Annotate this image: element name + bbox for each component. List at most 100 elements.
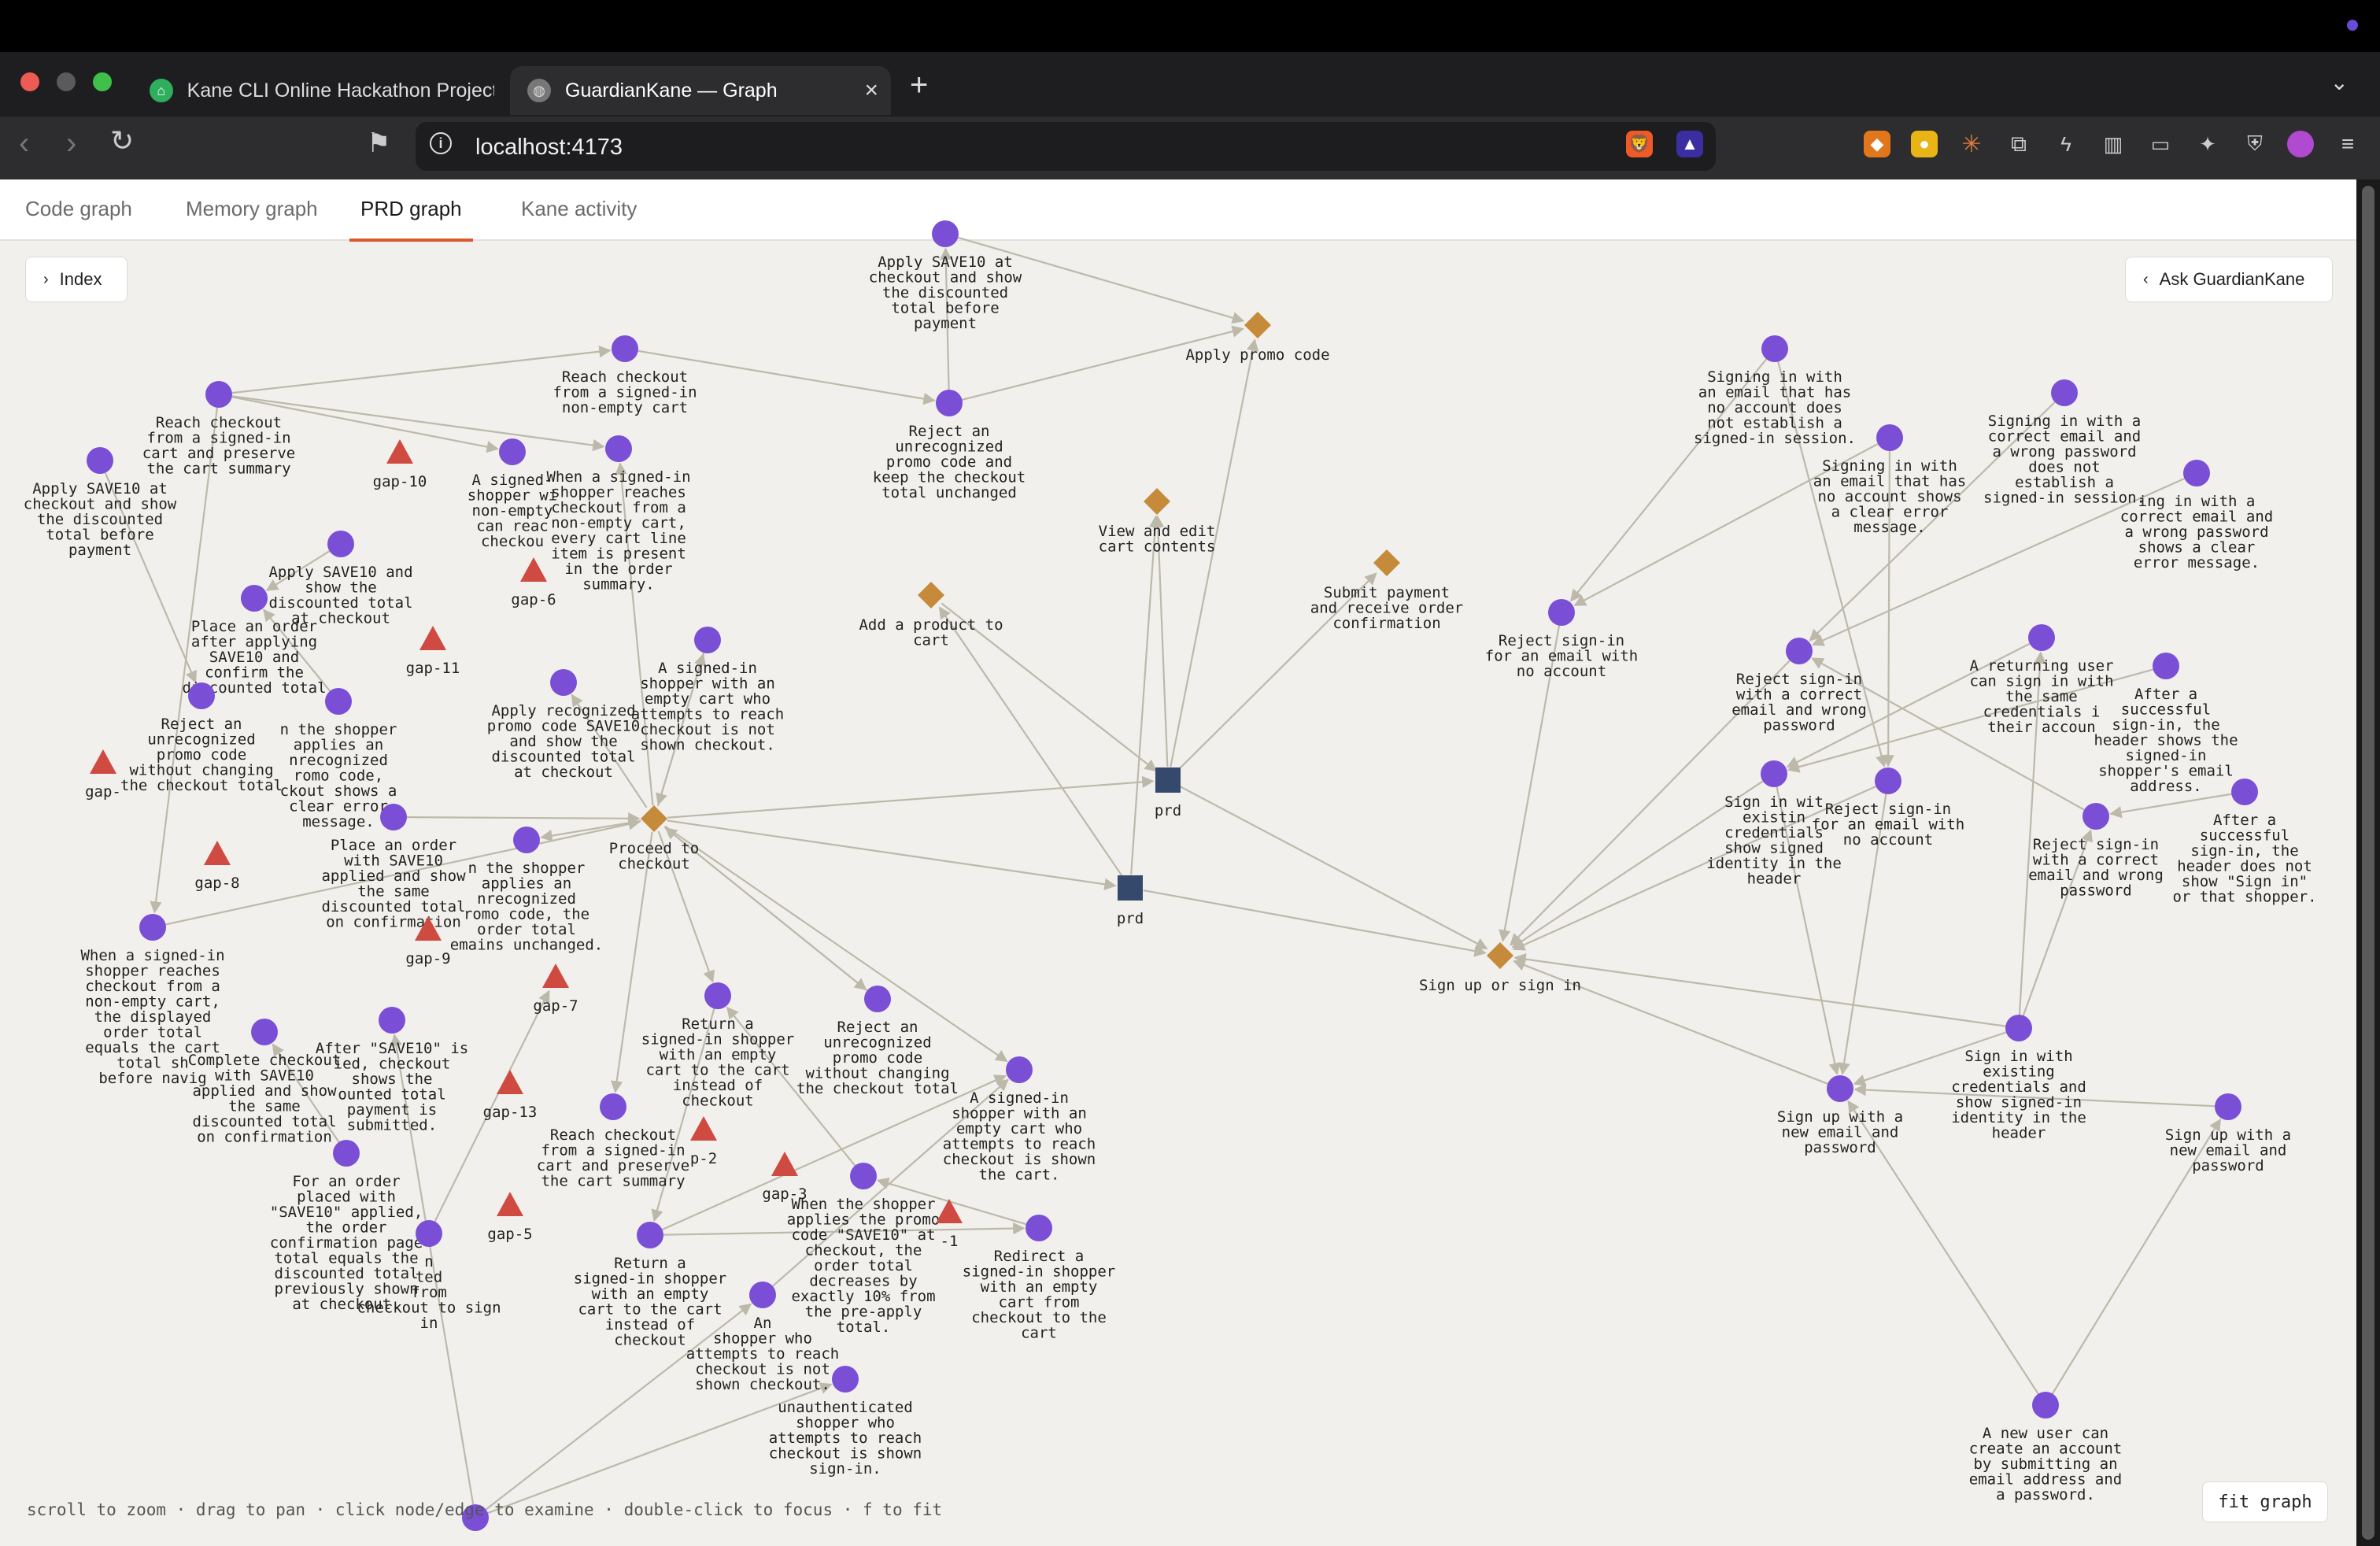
graph-node-req[interactable]: After a successful sign-in, the header show…	[2094, 653, 2238, 795]
graph-edge[interactable]	[667, 775, 1155, 819]
brave-shield-icon[interactable]: 🦁	[1626, 131, 1653, 157]
asterisk-icon[interactable]: ✳	[1958, 131, 1985, 157]
node-marker[interactable]	[550, 669, 577, 696]
close-window-button[interactable]	[20, 72, 39, 91]
node-marker[interactable]	[641, 805, 667, 832]
node-marker[interactable]	[932, 220, 959, 247]
node-marker[interactable]	[520, 557, 547, 582]
node-marker[interactable]	[333, 1140, 360, 1167]
node-marker[interactable]	[1006, 1056, 1033, 1083]
graph-node-gap[interactable]: gap-7	[533, 963, 578, 1015]
node-marker[interactable]	[1761, 760, 1787, 787]
graph-node-req[interactable]: Sign up with a new email and password	[1777, 1075, 1903, 1156]
menu-icon[interactable]: ≡	[2334, 131, 2361, 157]
back-button[interactable]: ‹	[19, 126, 29, 161]
reload-button[interactable]: ↻	[110, 124, 134, 157]
node-marker[interactable]	[1827, 1075, 1853, 1102]
node-marker[interactable]	[325, 688, 352, 715]
graph-node-req[interactable]: n the shopper applies an nrecognized romo c…	[280, 688, 397, 830]
graph-edge[interactable]	[406, 812, 641, 825]
bolt-icon[interactable]: ϟ	[2053, 131, 2079, 157]
graph-node-req[interactable]: After a successful sign-in, the header does…	[2172, 779, 2317, 906]
node-marker[interactable]	[850, 1163, 877, 1189]
node-marker[interactable]	[205, 381, 232, 408]
node-marker[interactable]	[1144, 488, 1170, 515]
graph-node-prd[interactable]: prd	[1117, 875, 1144, 927]
puzzle-icon[interactable]: ⧉	[2005, 131, 2032, 157]
node-marker[interactable]	[918, 582, 944, 608]
graph-node-gap[interactable]: p-2	[690, 1116, 717, 1167]
graph-node-gap[interactable]: gap-8	[194, 841, 240, 892]
node-marker[interactable]	[497, 1070, 523, 1094]
graph-node-gap[interactable]: gap-3	[762, 1152, 808, 1203]
ask-guardiankane-toggle[interactable]: ‹ Ask GuardianKane	[2125, 257, 2333, 302]
graph-node-req[interactable]: Apply SAVE10 at checkout and show the disc…	[869, 220, 1022, 332]
graph-node-gap[interactable]: gap-	[85, 749, 121, 801]
node-marker[interactable]	[90, 749, 116, 774]
graph-node-req[interactable]: A signed-in shopper with an empty cart who…	[631, 627, 784, 754]
graph-node-gap[interactable]: gap-13	[483, 1070, 538, 1121]
graph-node-req[interactable]: Reach checkout from a signed-in cart and p…	[537, 1093, 689, 1190]
profile-icon[interactable]	[2287, 131, 2314, 157]
graph-node-prd[interactable]: prd	[1155, 767, 1181, 819]
graph-node-req[interactable]: n the shopper applies an nrecognized romo c…	[450, 827, 603, 954]
graph-node-feature[interactable]: Sign up or sign in	[1419, 942, 1581, 994]
graph-edge[interactable]	[962, 325, 1245, 401]
node-marker[interactable]	[542, 963, 569, 988]
node-marker[interactable]	[2028, 624, 2055, 651]
node-marker[interactable]	[386, 439, 413, 464]
graph-node-feature[interactable]: Proceed to checkout	[609, 805, 699, 873]
node-marker[interactable]	[251, 1019, 278, 1045]
node-marker[interactable]	[2231, 779, 2258, 805]
node-marker[interactable]	[1244, 312, 1271, 338]
wallet-icon[interactable]: ▭	[2147, 131, 2174, 157]
node-marker[interactable]	[771, 1152, 798, 1176]
node-marker[interactable]	[1876, 424, 1903, 451]
browser-tab-kane-hackathon[interactable]: ⌂ Kane CLI Online Hackathon Project	[132, 66, 494, 115]
node-marker[interactable]	[204, 841, 231, 865]
graph-node-req[interactable]: Return a signed-in shopper with an empty ca…	[574, 1222, 726, 1349]
node-marker[interactable]	[600, 1093, 626, 1120]
node-marker[interactable]	[380, 804, 407, 830]
minimize-window-button[interactable]	[57, 72, 76, 91]
fit-graph-button[interactable]: fit graph	[2202, 1481, 2328, 1522]
url-text[interactable]: localhost:4173	[475, 135, 623, 161]
graph-edge[interactable]	[667, 819, 1117, 890]
node-marker[interactable]	[864, 986, 891, 1012]
node-marker[interactable]	[1026, 1215, 1052, 1241]
node-marker[interactable]	[749, 1282, 776, 1308]
graph-node-req[interactable]: Reject an unrecognized promo code without c…	[796, 986, 959, 1097]
graph-node-req[interactable]: A returning user can sign in with the same…	[1969, 624, 2114, 736]
node-marker[interactable]	[87, 447, 113, 474]
leo-icon[interactable]: ✦	[2194, 131, 2221, 157]
node-marker[interactable]	[1548, 599, 1575, 626]
prd-graph-canvas[interactable]: prd prd Apply promo code View and edit cart …	[0, 179, 2356, 1546]
node-marker[interactable]	[637, 1222, 663, 1248]
graph-node-gap[interactable]: gap-10	[373, 439, 427, 490]
node-marker[interactable]	[1875, 767, 1901, 794]
new-tab-button[interactable]: +	[910, 68, 928, 103]
honey-icon[interactable]: ●	[1911, 131, 1938, 157]
graph-node-req[interactable]: A new user can create an account by submit…	[1969, 1392, 2122, 1503]
forward-button[interactable]: ›	[66, 126, 76, 161]
graph-node-req[interactable]: For an order placed with "SAVE10" applied,…	[270, 1140, 423, 1313]
graph-node-req[interactable]: Reject sign-in with a correct email and wr…	[1731, 638, 1867, 734]
node-marker[interactable]	[2005, 1015, 2032, 1041]
graph-node-req[interactable]: Apply recognized promo code SAVE10 and sho…	[487, 669, 640, 781]
node-marker[interactable]	[379, 1007, 405, 1034]
index-panel-toggle[interactable]: › Index	[25, 257, 128, 302]
node-marker[interactable]	[612, 335, 638, 362]
graph-node-req[interactable]: When a signed-in shopper reaches checkout …	[546, 435, 691, 594]
node-marker[interactable]	[188, 682, 215, 709]
node-marker[interactable]	[2082, 803, 2109, 830]
node-marker[interactable]	[1487, 942, 1513, 969]
scrollbar-thumb[interactable]	[2362, 186, 2374, 1540]
bookmark-icon[interactable]: ⚑	[367, 128, 390, 159]
node-marker[interactable]	[936, 390, 963, 416]
metamask-icon[interactable]: ◆	[1864, 131, 1890, 157]
vpn-icon[interactable]: ⛨	[2241, 131, 2268, 157]
brave-rewards-icon[interactable]: ▲	[1676, 131, 1703, 157]
node-marker[interactable]	[513, 827, 540, 853]
graph-node-req[interactable]: Return a signed-in shopper with an empty ca…	[641, 982, 794, 1110]
graph-node-req[interactable]: Signing in with an email that has no accou…	[1694, 335, 1856, 447]
